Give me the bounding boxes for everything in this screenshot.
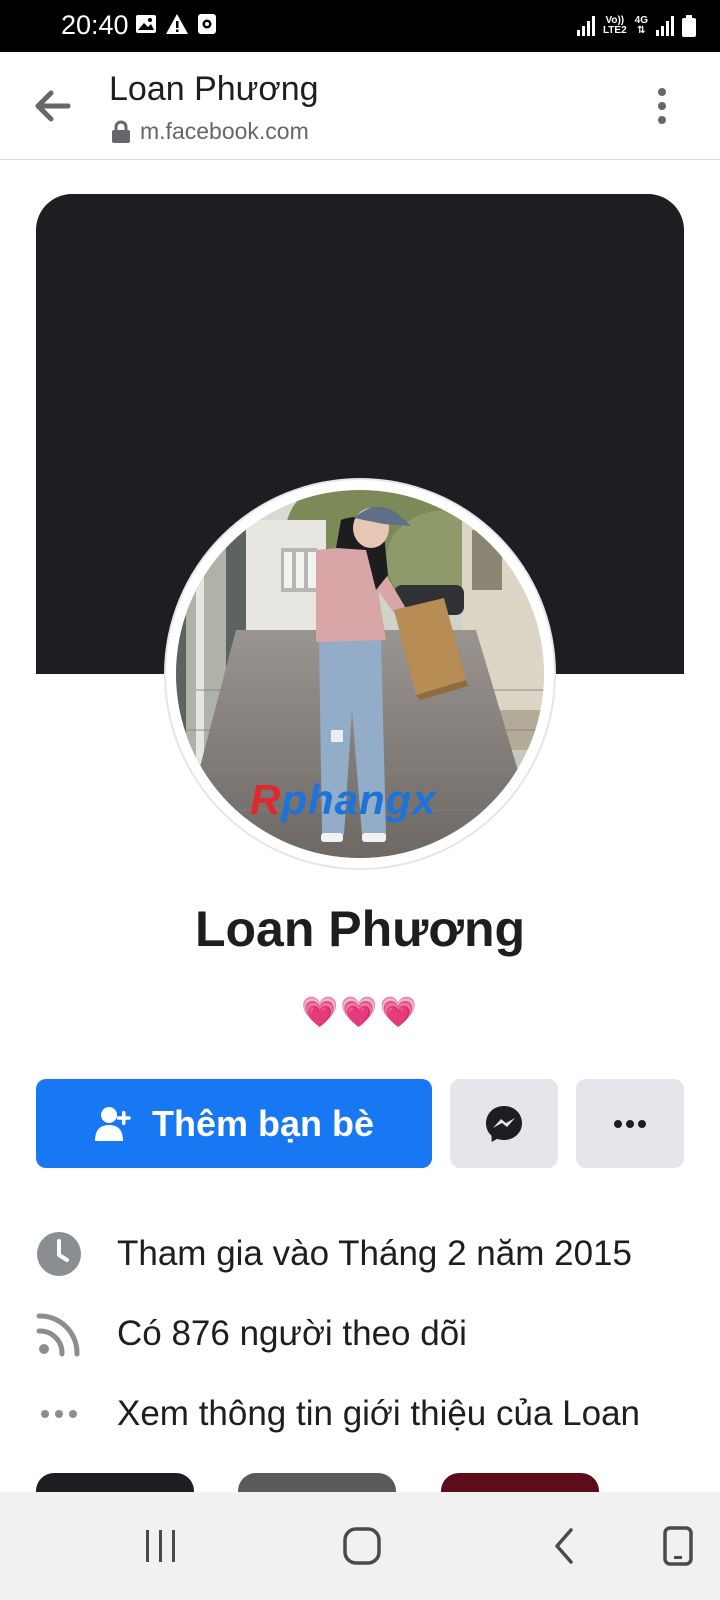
- see-about-text: Xem thông tin giới thiệu của Loan: [117, 1394, 641, 1433]
- home-button[interactable]: [330, 1514, 394, 1578]
- watermark: Rphangx: [250, 776, 437, 824]
- profile-bio: 💗💗💗: [300, 996, 420, 1029]
- recent-apps-button[interactable]: [129, 1514, 193, 1578]
- back-arrow-icon[interactable]: [30, 84, 74, 128]
- ellipsis-icon: [41, 1410, 77, 1418]
- watermark-part1: R: [250, 776, 282, 823]
- followers-text: Có 876 người theo dõi: [117, 1314, 467, 1353]
- info-followers[interactable]: Có 876 người theo dõi: [36, 1304, 720, 1364]
- lock-icon: [112, 120, 130, 143]
- back-button[interactable]: [532, 1514, 596, 1578]
- navigation-bar: [0, 1492, 720, 1600]
- info-joined: Tham gia vào Tháng 2 năm 2015: [36, 1224, 720, 1284]
- more-options-button[interactable]: [576, 1079, 684, 1168]
- phone-icon: [663, 1526, 693, 1566]
- add-friend-icon: [94, 1106, 131, 1141]
- clock-icon: [37, 1232, 81, 1276]
- back-icon: [555, 1528, 573, 1564]
- messenger-icon: [486, 1105, 522, 1142]
- data-arrows-icon: ⇅: [637, 25, 646, 36]
- add-friend-button[interactable]: Thêm bạn bè: [36, 1079, 432, 1168]
- signal-icon: [576, 16, 595, 36]
- more-vertical-icon[interactable]: [648, 84, 676, 128]
- info-see-about[interactable]: Xem thông tin giới thiệu của Loan: [36, 1384, 720, 1444]
- page-url[interactable]: m.facebook.com: [140, 118, 309, 145]
- recent-apps-icon: [146, 1530, 175, 1562]
- page-title: Loan Phương: [109, 70, 319, 108]
- status-right: Vo)) LTE2 4G ⇅: [576, 13, 696, 39]
- volte-line2: LTE2: [602, 25, 627, 36]
- network-label: 4G ⇅: [635, 16, 648, 36]
- signal-icon: [656, 16, 674, 36]
- rss-icon: [36, 1313, 80, 1357]
- gallery-icon: [136, 15, 156, 33]
- watermark-part2: phangx: [281, 776, 437, 823]
- add-friend-label: Thêm bạn bè: [151, 1102, 375, 1144]
- profile-name: Loan Phương: [194, 901, 526, 957]
- keyboard-button[interactable]: [646, 1514, 710, 1578]
- joined-text: Tham gia vào Tháng 2 năm 2015: [117, 1234, 632, 1273]
- home-icon: [343, 1527, 381, 1565]
- more-horizontal-icon: [614, 1119, 646, 1128]
- volte-label: Vo)) LTE2: [603, 16, 627, 36]
- record-icon: [198, 14, 216, 34]
- warning-icon: [166, 14, 188, 34]
- status-bar: 20:40 Vo)) LTE2 4G ⇅: [0, 0, 720, 52]
- browser-toolbar: Loan Phương m.facebook.com: [0, 52, 720, 160]
- battery-icon: [682, 15, 696, 37]
- profile-picture[interactable]: Rphangx: [166, 480, 554, 868]
- status-time: 20:40: [61, 10, 129, 40]
- message-button[interactable]: [450, 1079, 558, 1168]
